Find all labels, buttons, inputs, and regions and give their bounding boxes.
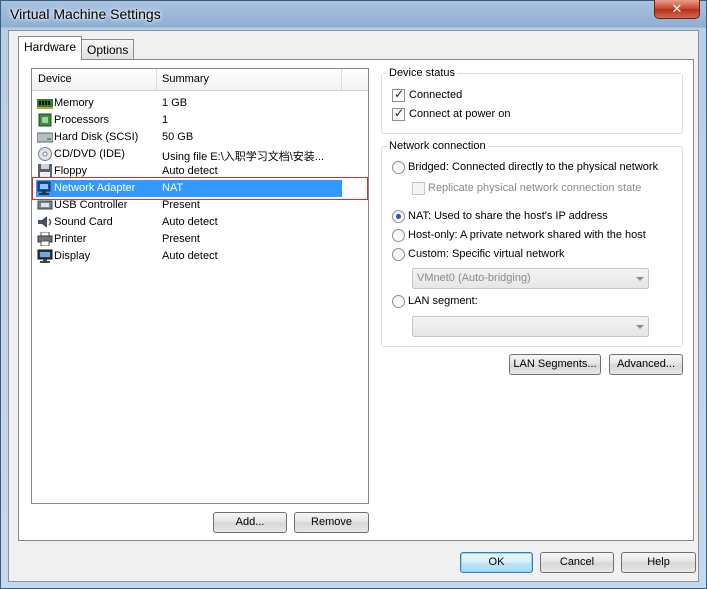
column-separator xyxy=(341,69,342,90)
help-button[interactable]: Help xyxy=(621,552,696,573)
device-row-processors[interactable]: Processors 1 xyxy=(36,112,342,129)
memory-icon xyxy=(37,99,53,109)
device-summary: 1 xyxy=(162,114,169,126)
device-summary: 50 GB xyxy=(162,131,194,143)
lan-segment-radio[interactable] xyxy=(392,295,405,308)
lan-segments-button[interactable]: LAN Segments... xyxy=(509,354,601,375)
network-connection-title: Network connection xyxy=(387,140,488,152)
processor-icon xyxy=(38,113,52,127)
device-summary: Present xyxy=(162,233,200,245)
remove-button[interactable]: Remove xyxy=(294,512,369,533)
title-bar[interactable]: Virtual Machine Settings ✕ xyxy=(1,0,706,27)
vm-settings-window: Virtual Machine Settings ✕ Hardware Opti… xyxy=(0,0,707,589)
device-name: Hard Disk (SCSI) xyxy=(54,131,139,143)
connect-at-power-on-label[interactable]: Connect at power on xyxy=(409,108,511,120)
nat-label[interactable]: NAT: Used to share the host's IP address xyxy=(408,210,608,222)
device-row-usb-controller[interactable]: USB Controller Present xyxy=(36,197,342,214)
device-summary: Auto detect xyxy=(162,165,218,177)
device-row-display[interactable]: Display Auto detect xyxy=(36,248,342,265)
device-name: Memory xyxy=(54,97,94,109)
device-name: Sound Card xyxy=(54,216,113,228)
vmnet-dropdown[interactable]: VMnet0 (Auto-bridging) xyxy=(412,268,649,289)
advanced-button[interactable]: Advanced... xyxy=(609,354,683,375)
device-name: CD/DVD (IDE) xyxy=(54,148,125,160)
chevron-down-icon xyxy=(636,277,644,281)
nat-radio[interactable] xyxy=(392,210,405,223)
host-only-label[interactable]: Host-only: A private network shared with… xyxy=(408,229,646,241)
connected-checkbox[interactable] xyxy=(392,87,405,102)
device-summary: Present xyxy=(162,199,200,211)
device-row-memory[interactable]: Memory 1 GB xyxy=(36,95,342,112)
column-separator xyxy=(156,69,157,90)
device-summary: Auto detect xyxy=(162,250,218,262)
display-icon xyxy=(37,249,53,263)
device-name: Floppy xyxy=(54,165,88,177)
device-list-header: Device Summary xyxy=(32,69,368,91)
connect-at-power-on-checkbox[interactable] xyxy=(392,106,405,121)
close-button[interactable]: ✕ xyxy=(654,0,700,19)
ok-button[interactable]: OK xyxy=(460,552,533,573)
lan-segment-dropdown[interactable] xyxy=(412,316,649,337)
hard-disk-icon xyxy=(37,132,53,143)
column-summary[interactable]: Summary xyxy=(162,73,209,85)
device-summary: Auto detect xyxy=(162,216,218,228)
custom-label[interactable]: Custom: Specific virtual network xyxy=(408,248,565,260)
host-only-radio[interactable] xyxy=(392,229,405,242)
chevron-down-icon xyxy=(636,325,644,329)
connected-label[interactable]: Connected xyxy=(409,89,462,101)
device-summary: 1 GB xyxy=(162,97,188,109)
vmnet-dropdown-value: VMnet0 (Auto-bridging) xyxy=(417,272,531,284)
tab-options[interactable]: Options xyxy=(81,39,135,61)
device-status-group: Device status Connected Connect at power… xyxy=(381,67,683,134)
device-summary: Using file E:\入职学习文档\安装... xyxy=(162,151,324,163)
window-title: Virtual Machine Settings xyxy=(10,6,161,22)
device-row-hard-disk[interactable]: Hard Disk (SCSI) 50 GB xyxy=(36,129,342,146)
sound-card-icon xyxy=(38,216,52,228)
floppy-icon xyxy=(38,164,52,178)
device-name: USB Controller xyxy=(54,199,128,211)
device-name: Display xyxy=(54,250,91,262)
column-device[interactable]: Device xyxy=(38,73,72,85)
replicate-state-checkbox[interactable] xyxy=(412,182,425,195)
device-row-printer[interactable]: Printer Present xyxy=(36,231,342,248)
network-connection-group: Network connection Bridged: Connected di… xyxy=(381,140,683,347)
device-row-sound-card[interactable]: Sound Card Auto detect xyxy=(36,214,342,231)
custom-radio[interactable] xyxy=(392,248,405,261)
bridged-radio[interactable] xyxy=(392,161,405,174)
cd-dvd-icon xyxy=(38,147,52,161)
device-row-cd-dvd[interactable]: CD/DVD (IDE) Using file E:\入职学习文档\安装... xyxy=(36,146,342,163)
device-list[interactable]: Device Summary Memory 1 GB Processors 1 xyxy=(31,68,369,504)
replicate-state-label[interactable]: Replicate physical network connection st… xyxy=(428,182,641,194)
tab-hardware[interactable]: Hardware xyxy=(18,36,83,60)
bridged-label[interactable]: Bridged: Connected directly to the physi… xyxy=(408,161,658,173)
hardware-panel: Device Summary Memory 1 GB Processors 1 xyxy=(18,59,694,541)
printer-icon xyxy=(37,232,53,246)
dialog-client-area: Hardware Options Device Summary Memory 1… xyxy=(8,30,699,582)
cancel-button[interactable]: Cancel xyxy=(540,552,614,573)
device-name: Processors xyxy=(54,114,110,126)
add-button[interactable]: Add... xyxy=(213,512,287,533)
usb-icon xyxy=(37,200,53,210)
device-status-title: Device status xyxy=(387,67,458,79)
lan-segment-label[interactable]: LAN segment: xyxy=(408,295,478,307)
device-name: Printer xyxy=(54,233,87,245)
